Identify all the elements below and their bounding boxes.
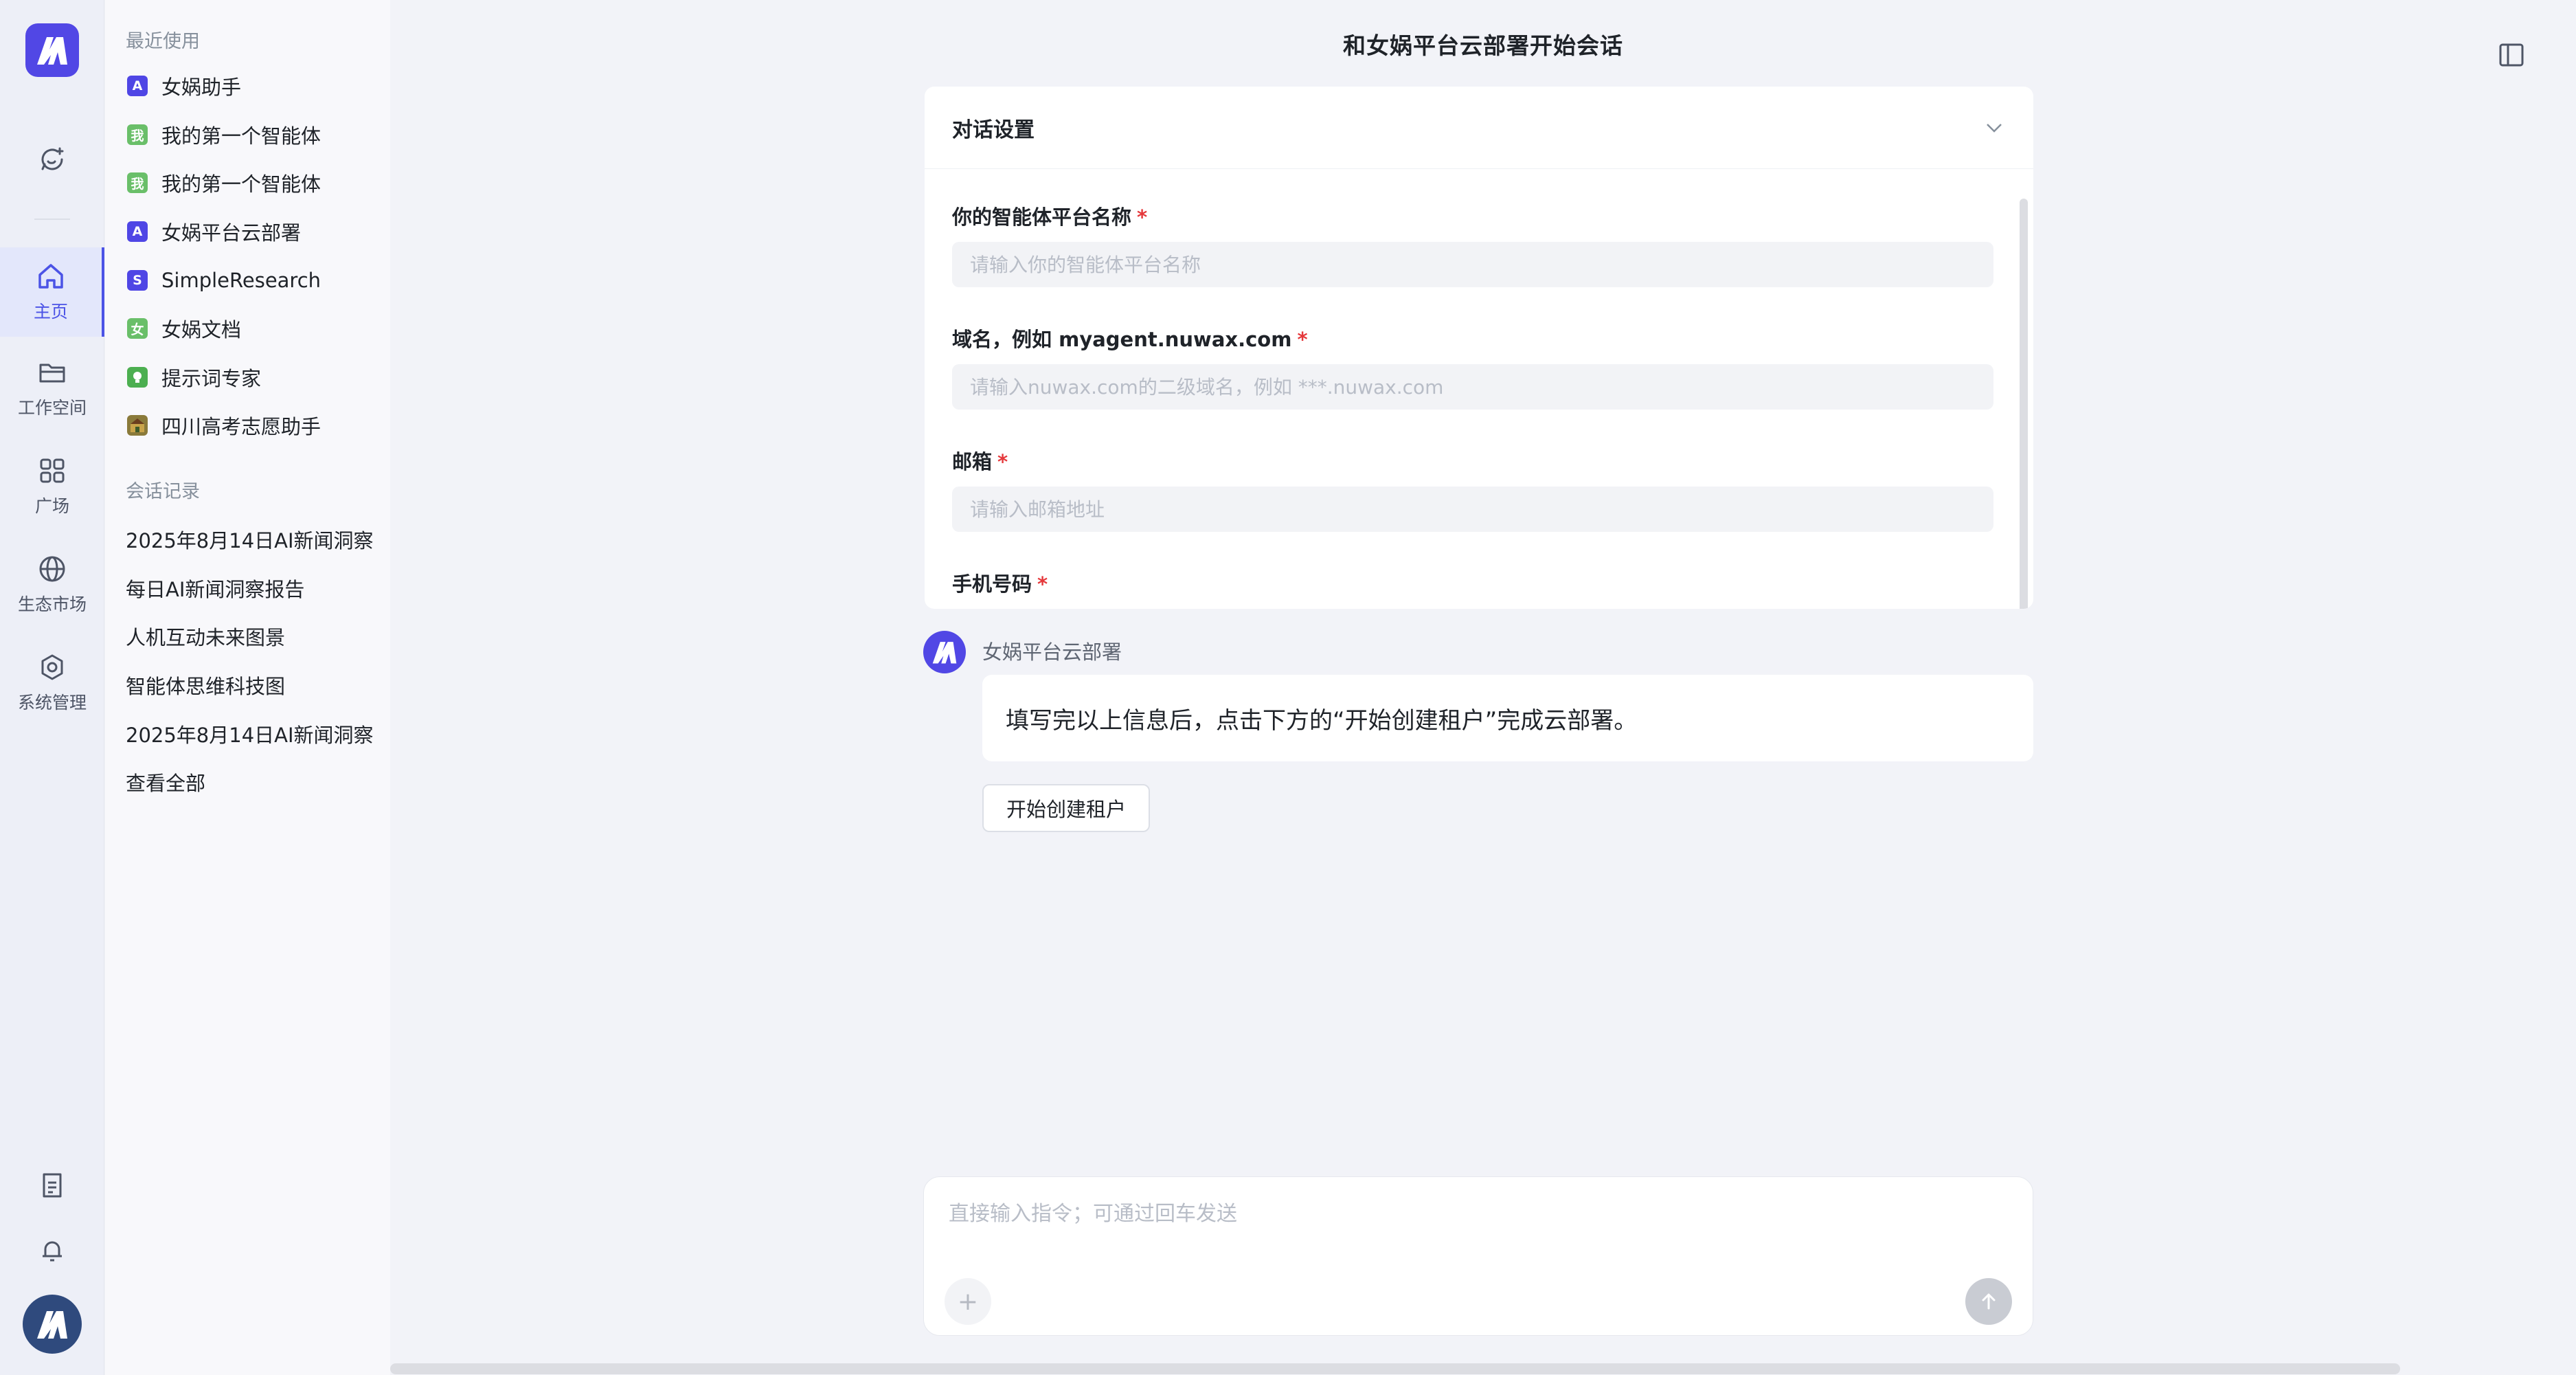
- email-input[interactable]: [952, 487, 1993, 532]
- chat-plus-icon[interactable]: [36, 143, 69, 176]
- agent-avatar-icon: 女: [127, 318, 148, 339]
- nav-home[interactable]: 主页: [0, 247, 104, 337]
- recent-agent-item[interactable]: 提示词专家: [123, 358, 384, 396]
- recent-agent-item[interactable]: 四川高考志愿助手: [123, 406, 384, 445]
- history-item[interactable]: 人机互动未来图景: [126, 622, 285, 651]
- avatar[interactable]: [23, 1295, 82, 1354]
- app-logo-icon[interactable]: [25, 23, 79, 77]
- recent-agent-item[interactable]: A 女娲平台云部署: [123, 212, 384, 251]
- email-label: 邮箱 *: [952, 446, 1008, 475]
- chat-main: 和女娲平台云部署开始会话 对话设置 你的智能体平台名称* 域名，例如 myage…: [390, 0, 2576, 1375]
- history-item[interactable]: 智能体思维科技图: [126, 671, 285, 700]
- app-root: 主页 工作空间 广场 生态市场 系统管理 最近使用 A 女娲助手 我 我的第一个…: [0, 0, 2576, 1375]
- rail-divider: [34, 219, 70, 220]
- gear-icon: [41, 654, 63, 680]
- platform-name-label-text: 你的智能体平台名称: [952, 205, 1132, 229]
- email-label-text: 邮箱: [952, 450, 993, 473]
- folder-icon: [39, 364, 65, 383]
- nav-workspace[interactable]: 工作空间: [0, 344, 104, 433]
- agent-name: SimpleResearch: [161, 269, 321, 292]
- settings-header[interactable]: 对话设置: [925, 87, 2033, 169]
- required-mark: *: [1137, 205, 1148, 229]
- horizontal-scrollbar[interactable]: [390, 1363, 2400, 1374]
- agent-avatar-icon: [127, 415, 148, 436]
- domain-input[interactable]: [952, 364, 1993, 410]
- history-item[interactable]: 2025年8月14日AI新闻洞察: [126, 719, 374, 748]
- nav-system[interactable]: 系统管理: [0, 638, 104, 728]
- sidebar-toggle-icon[interactable]: [2492, 36, 2531, 74]
- agent-avatar-icon: 我: [127, 172, 148, 193]
- nav-plaza-label: 广场: [34, 496, 69, 516]
- agent-avatar-icon: 我: [127, 124, 148, 145]
- plus-icon[interactable]: +: [945, 1278, 991, 1325]
- chevron-down-icon: [1987, 123, 2002, 133]
- settings-scrollbar[interactable]: [2020, 199, 2028, 609]
- agent-name: 女娲平台云部署: [161, 221, 302, 245]
- domain-label: 域名，例如 myagent.nuwax.com *: [952, 324, 1308, 353]
- send-button[interactable]: [1965, 1278, 2012, 1325]
- recent-agent-item[interactable]: 我 我的第一个智能体: [123, 164, 384, 202]
- icon-rail: 主页 工作空间 广场 生态市场 系统管理: [0, 0, 104, 1375]
- agent-name: 四川高考志愿助手: [161, 415, 321, 438]
- nav-plaza[interactable]: 广场: [0, 442, 104, 531]
- composer: +: [923, 1176, 2033, 1336]
- nav-system-label: 系统管理: [17, 693, 87, 713]
- nav-workspace-label: 工作空间: [17, 398, 87, 418]
- globe-icon: [39, 556, 65, 582]
- agent-name: 女娲文档: [161, 318, 242, 342]
- settings-title: 对话设置: [952, 118, 1035, 142]
- create-tenant-button[interactable]: 开始创建租户: [982, 784, 1150, 832]
- agent-name: 女娲助手: [161, 76, 242, 99]
- bell-icon[interactable]: [33, 1231, 71, 1270]
- recent-agent-item[interactable]: S SimpleResearch: [123, 261, 384, 300]
- bot-message-text: 填写完以上信息后，点击下方的“开始创建租户”完成云部署。: [1006, 706, 1638, 735]
- agent-avatar-icon: S: [127, 270, 148, 291]
- nav-home-label: 主页: [33, 302, 68, 322]
- phone-label-text: 手机号码: [952, 572, 1032, 596]
- view-all-link[interactable]: 查看全部: [126, 768, 205, 796]
- message-input[interactable]: [949, 1196, 2007, 1272]
- agent-logo-icon: A: [127, 76, 148, 96]
- agent-logo-icon: A: [127, 221, 148, 242]
- recent-agent-item[interactable]: 我 我的第一个智能体: [123, 115, 384, 154]
- history-title: 会话记录: [126, 481, 200, 502]
- conversation-panel: 最近使用 A 女娲助手 我 我的第一个智能体 我 我的第一个智能体 A 女娲平台…: [105, 0, 390, 1375]
- nav-market[interactable]: 生态市场: [0, 540, 104, 629]
- recent-agent-item[interactable]: 女 女娲文档: [123, 309, 384, 348]
- document-icon[interactable]: [33, 1166, 71, 1205]
- agent-name: 我的第一个智能体: [161, 124, 321, 148]
- recent-title: 最近使用: [126, 31, 200, 52]
- history-item[interactable]: 每日AI新闻洞察报告: [126, 574, 304, 603]
- lightbulb-icon: [127, 367, 148, 388]
- agent-name: 我的第一个智能体: [161, 172, 321, 196]
- recent-agent-item[interactable]: A 女娲助手: [123, 67, 384, 105]
- grid-icon: [40, 458, 65, 483]
- required-mark: *: [997, 450, 1008, 473]
- required-mark: *: [1297, 328, 1308, 351]
- arrow-up-icon: [1982, 1293, 1996, 1310]
- history-item[interactable]: 2025年8月14日AI新闻洞察: [126, 525, 374, 554]
- nav-market-label: 生态市场: [17, 594, 87, 614]
- agent-name: 提示词专家: [161, 367, 262, 390]
- page-title: 和女娲平台云部署开始会话: [1343, 32, 1623, 59]
- domain-label-text: 域名，例如 myagent.nuwax.com: [952, 328, 1292, 351]
- bot-name: 女娲平台云部署: [982, 640, 1122, 664]
- settings-card: 对话设置 你的智能体平台名称* 域名，例如 myagent.nuwax.com*…: [925, 87, 2033, 609]
- platform-name-input[interactable]: [952, 242, 1993, 287]
- phone-label: 手机号码 *: [952, 568, 1048, 597]
- bot-avatar: [923, 631, 966, 673]
- platform-name-label: 你的智能体平台名称 *: [952, 201, 1147, 230]
- bot-message-bubble: 填写完以上信息后，点击下方的“开始创建租户”完成云部署。: [982, 675, 2033, 761]
- required-mark: *: [1037, 572, 1048, 596]
- home-icon: [38, 264, 63, 289]
